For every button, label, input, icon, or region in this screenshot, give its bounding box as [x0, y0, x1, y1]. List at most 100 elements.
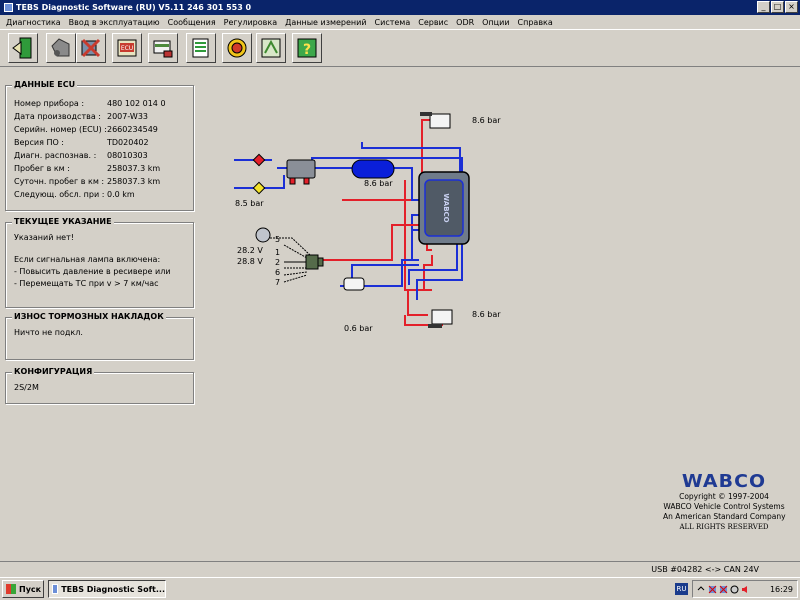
diagnosis-icon	[81, 38, 101, 58]
warning-lamp	[255, 227, 271, 243]
relay-valve	[286, 159, 316, 179]
ecu-button[interactable]: ECU	[112, 33, 142, 63]
maximize-button[interactable]: □	[771, 1, 784, 13]
settings-button[interactable]	[256, 33, 286, 63]
menu-messages[interactable]: Сообщения	[164, 18, 220, 27]
rights-line: ALL RIGHTS RESERVED	[679, 523, 769, 531]
connection-status: USB #04282 <-> CAN 24V	[651, 565, 759, 574]
ecu-row: Диагн. распознав. :08010303	[14, 151, 148, 160]
ecu-icon: ECU	[117, 39, 137, 57]
network-x-icon[interactable]	[708, 585, 717, 594]
ecu-row: Пробег в км :258037.3 km	[14, 164, 161, 173]
menu-options[interactable]: Опции	[478, 18, 513, 27]
ecu-row: Номер прибора :480 102 014 0	[14, 99, 166, 108]
app-icon	[52, 584, 59, 594]
menu-bar: Диагностика Ввод в эксплуатацию Сообщени…	[0, 15, 800, 29]
help-icon: ?	[297, 38, 317, 58]
document-button[interactable]	[186, 33, 216, 63]
taskbar: Пуск TEBS Diagnostic Soft... RU 16:29	[0, 577, 800, 600]
network-x-icon[interactable]	[719, 585, 728, 594]
svg-text:ECU: ECU	[121, 45, 133, 52]
minimize-button[interactable]: _	[757, 1, 770, 13]
svg-text:?: ?	[303, 42, 311, 58]
menu-service[interactable]: Сервис	[414, 18, 452, 27]
brake-icon	[227, 38, 247, 58]
menu-measurement-data[interactable]: Данные измерений	[281, 18, 370, 27]
taskbar-app-label: TEBS Diagnostic Soft...	[61, 584, 165, 594]
pressure-bottom-small: 0.6 bar	[344, 324, 373, 333]
start-button[interactable]: Пуск	[2, 580, 44, 598]
pin-label: 7	[275, 278, 281, 287]
close-button[interactable]: ×	[785, 1, 798, 13]
configuration-panel: КОНФИГУРАЦИЯ 2S/2M	[5, 367, 194, 404]
exit-button[interactable]	[8, 33, 38, 63]
menu-help[interactable]: Справка	[514, 18, 557, 27]
ecu-row: Следующ. обсл. при :0.0 km	[14, 190, 135, 199]
voltage-2: 28.8 V	[237, 257, 263, 266]
pressure-sensor	[343, 277, 365, 291]
pressure-supply: 8.5 bar	[235, 199, 264, 208]
connect-button[interactable]	[46, 33, 76, 63]
wabco-brand: WABCO Copyright © 1997-2004 WABCO Vehicl…	[663, 471, 786, 532]
company-line: An American Standard Company	[663, 512, 786, 521]
ecu-row: Серийн. номер (ECU) :2660234549	[14, 125, 158, 134]
yellow-coupling-head	[252, 181, 266, 195]
menu-commissioning[interactable]: Ввод в эксплуатацию	[65, 18, 164, 27]
modulator-logo: WABCO	[442, 193, 450, 222]
air-reservoir	[351, 159, 395, 179]
ecu-row: Версия ПО : TD020402	[14, 138, 149, 147]
trailer-connect-icon	[51, 38, 70, 57]
diagnosis-button[interactable]	[76, 33, 106, 63]
help-button[interactable]: ?	[292, 33, 322, 63]
hint-line: - Повысить давление в ресивере или	[14, 267, 171, 276]
status-bar: USB #04282 <-> CAN 24V	[0, 561, 800, 577]
settings-icon	[261, 38, 281, 58]
brake-button[interactable]	[222, 33, 252, 63]
ecu-data-panel: ДАННЫЕ ECU Номер прибора :480 102 014 0 …	[5, 80, 194, 211]
hint-line: Указаний нет!	[14, 233, 74, 242]
pin-label: 6	[275, 268, 281, 277]
pressure-bottom-right: 8.6 bar	[472, 310, 501, 319]
brake-cylinder-top	[429, 113, 451, 129]
brake-pad-wear-text: Ничто не подкл.	[14, 328, 83, 337]
document-icon	[192, 38, 209, 58]
ecu-data-title: ДАННЫЕ ECU	[12, 80, 78, 89]
configuration-title: КОНФИГУРАЦИЯ	[12, 367, 95, 376]
pneumatic-diagram: WABCO 8.6 bar 8.6 bar 8.5 bar 8.6 bar 0.…	[222, 100, 542, 350]
title-bar: TEBS Diagnostic Software (RU) V5.11 246 …	[0, 0, 800, 15]
connector	[305, 254, 319, 270]
current-hint-panel: ТЕКУЩЕЕ УКАЗАНИЕ Указаний нет! Если сигн…	[5, 217, 194, 308]
window-title: TEBS Diagnostic Software (RU) V5.11 246 …	[16, 3, 252, 12]
start-label: Пуск	[19, 584, 42, 594]
hint-line: Если сигнальная лампа включена:	[14, 255, 161, 264]
brake-pad-wear-title: ИЗНОС ТОРМОЗНЫХ НАКЛАДОК	[12, 312, 166, 321]
menu-diagnostics[interactable]: Диагностика	[2, 18, 65, 27]
company-line: WABCO Vehicle Control Systems	[663, 502, 785, 511]
system-tray: 16:29	[692, 580, 798, 598]
copyright-line: Copyright © 1997-2004	[679, 492, 769, 501]
current-hint-title: ТЕКУЩЕЕ УКАЗАНИЕ	[12, 217, 114, 226]
windows-logo-icon	[6, 584, 16, 594]
exit-door-icon	[12, 37, 32, 59]
pin-label: 2	[275, 258, 281, 267]
red-coupling-head	[252, 153, 266, 167]
pressure-top-right: 8.6 bar	[472, 116, 501, 125]
clock[interactable]: 16:29	[770, 585, 793, 594]
pressure-reservoir: 8.6 bar	[364, 179, 393, 188]
check-icon[interactable]	[730, 585, 739, 594]
menu-system[interactable]: Система	[371, 18, 415, 27]
taskbar-app-button[interactable]: TEBS Diagnostic Soft...	[48, 580, 166, 598]
language-indicator[interactable]: RU	[675, 583, 688, 595]
speaker-icon[interactable]	[741, 585, 750, 594]
main-area: ДАННЫЕ ECU Номер прибора :480 102 014 0 …	[0, 68, 800, 561]
pin-label: 5	[275, 235, 281, 244]
brake-pad-wear-panel: ИЗНОС ТОРМОЗНЫХ НАКЛАДОК Ничто не подкл.	[5, 312, 194, 360]
voltage-1: 28.2 V	[237, 246, 263, 255]
wabco-logo: WABCO	[681, 471, 767, 492]
measure-button[interactable]	[148, 33, 178, 63]
menu-odr[interactable]: ODR	[452, 18, 478, 27]
hint-line: - Перемещать ТС при v > 7 км/час	[14, 279, 159, 288]
arrows-icon[interactable]	[697, 585, 706, 594]
ecu-row: Суточн. пробег в км :258037.3 km	[14, 177, 161, 186]
menu-adjustment[interactable]: Регулировка	[220, 18, 281, 27]
